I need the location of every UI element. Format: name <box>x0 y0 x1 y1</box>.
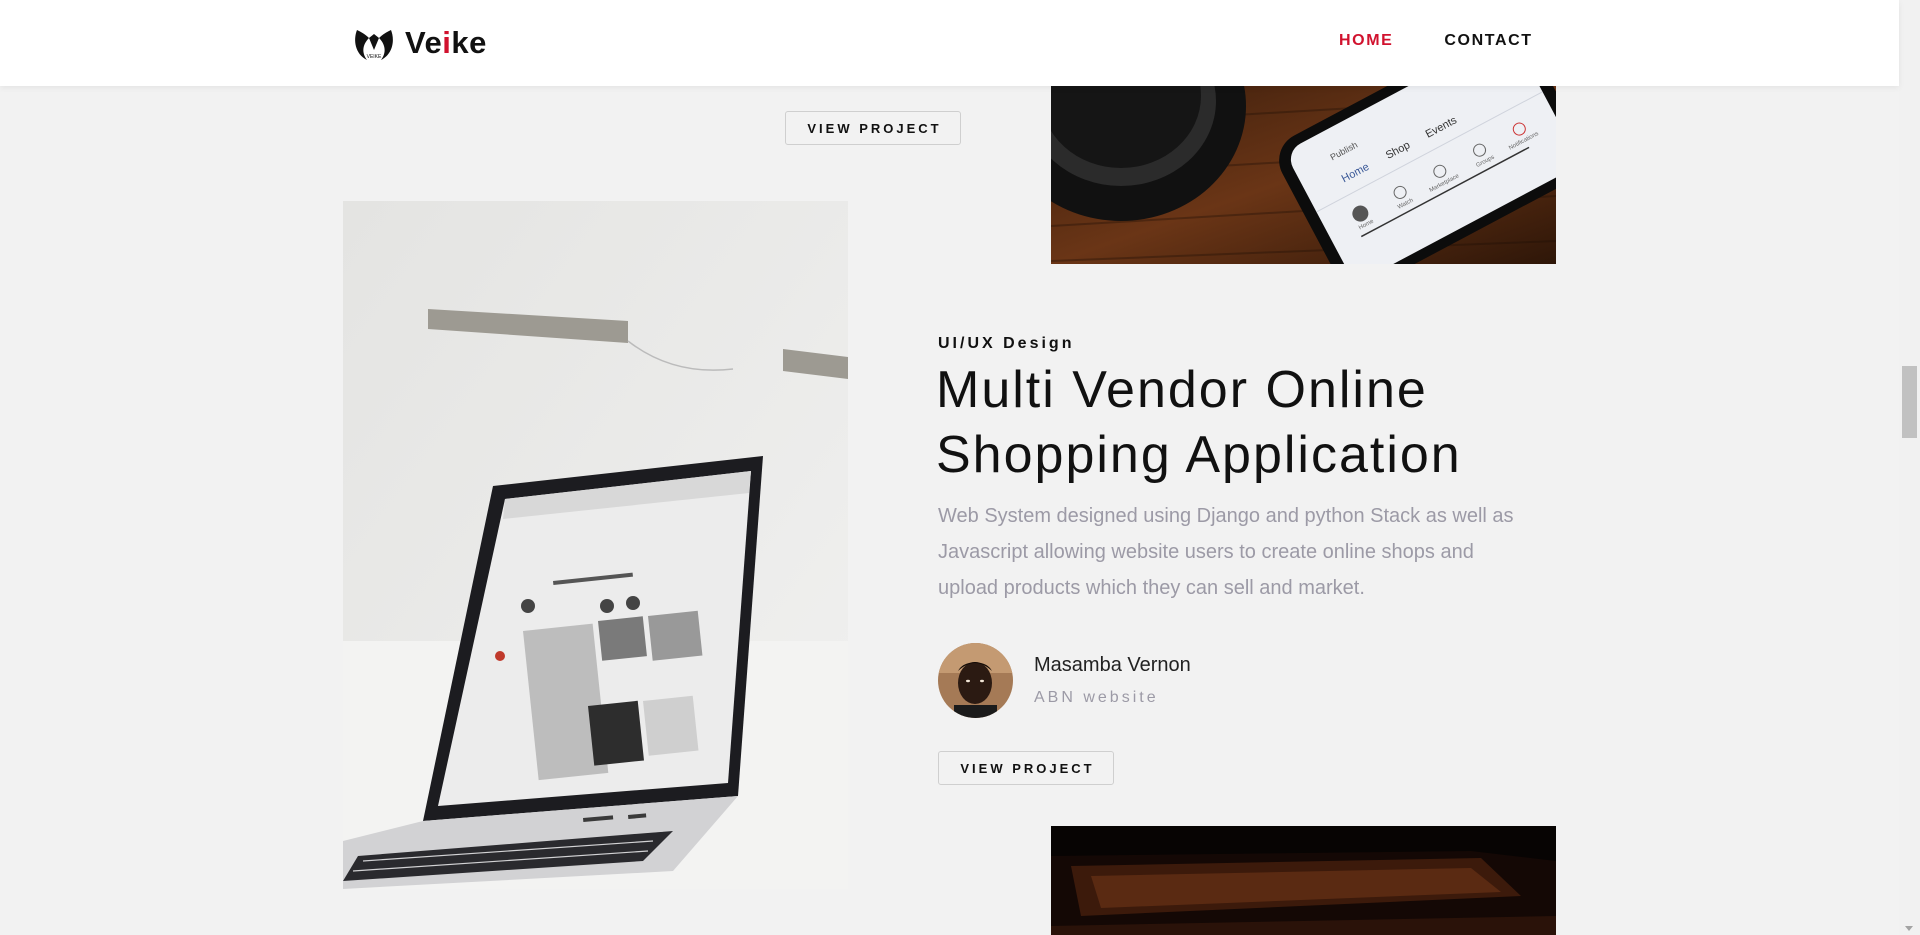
logo-text: Veike <box>405 25 487 60</box>
nav-contact-link[interactable]: CONTACT <box>1444 32 1532 50</box>
scrollbar-thumb[interactable] <box>1902 366 1917 438</box>
author-info: Masamba Vernon ABN website <box>1034 654 1191 707</box>
project-description: Web System designed using Django and pyt… <box>938 498 1528 606</box>
project-category: UI/UX Design <box>938 335 1075 352</box>
previous-view-project-button[interactable]: VIEW PROJECT <box>785 111 961 145</box>
logo[interactable]: VEIKE Veike <box>351 20 487 66</box>
scroll-down-arrow-icon[interactable] <box>1905 926 1913 931</box>
project-image-laptop <box>343 201 848 889</box>
author-subtitle: ABN website <box>1034 689 1159 706</box>
project-title: Multi Vendor Online Shopping Application <box>936 358 1556 488</box>
project-description-line-3: upload products which they can sell and … <box>938 577 1365 599</box>
site-header: VEIKE Veike HOME CONTACT <box>0 0 1899 86</box>
logo-mark-text: VEIKE <box>367 54 382 60</box>
avatar <box>938 643 1013 718</box>
nav-home-link[interactable]: HOME <box>1339 32 1393 50</box>
project-description-line-1: Web System designed using Django and pyt… <box>938 505 1514 527</box>
next-project-image <box>1051 826 1556 935</box>
logo-mark-icon: VEIKE <box>355 30 393 60</box>
page-scrollbar[interactable] <box>1899 0 1920 935</box>
project-description-line-2: Javascript allowing website users to cre… <box>938 541 1474 563</box>
project-title-line-1: Multi Vendor Online <box>936 361 1428 419</box>
author-name: Masamba Vernon <box>1034 654 1191 676</box>
project-author: Masamba Vernon ABN website <box>938 643 1191 718</box>
view-project-button[interactable]: VIEW PROJECT <box>938 751 1114 785</box>
main-nav: HOME CONTACT <box>1339 32 1533 50</box>
project-title-line-2: Shopping Application <box>936 426 1462 484</box>
previous-project-image: Home Shop Events Publish Home Watch Mark… <box>1051 86 1556 264</box>
